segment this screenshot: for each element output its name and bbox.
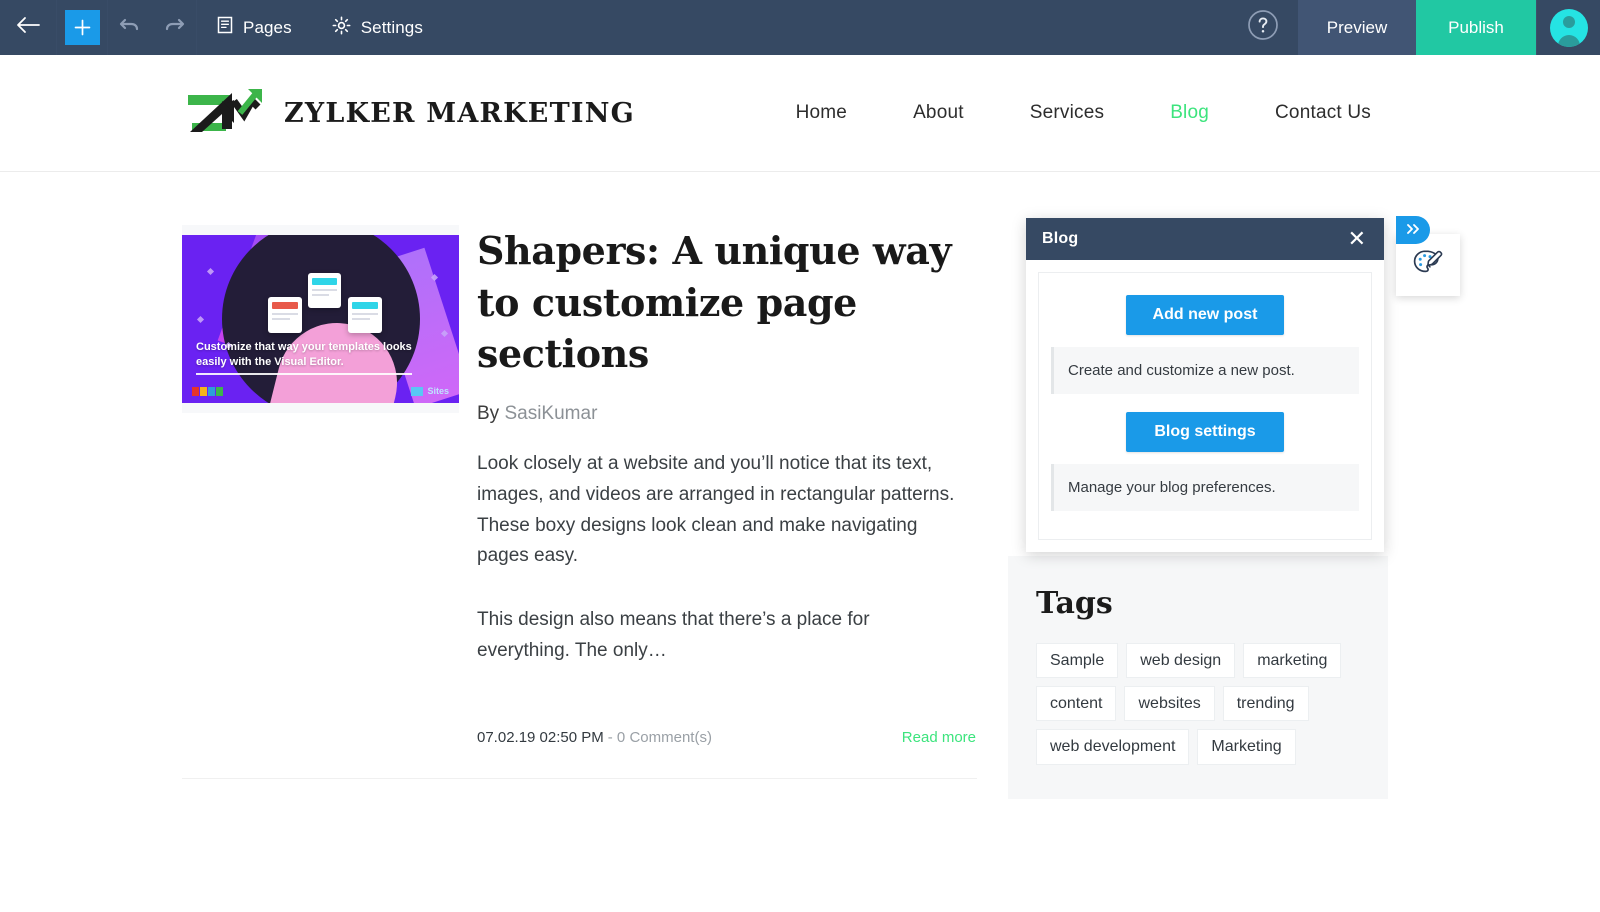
blog-settings-button[interactable]: Blog settings	[1126, 412, 1284, 452]
editor-toolbar-right-group: Preview Publish	[1228, 0, 1600, 55]
blog-post-inner: Customize that way your templates looks …	[182, 225, 994, 746]
preview-button[interactable]: Preview	[1298, 0, 1416, 55]
nav-item-blog[interactable]: Blog	[1137, 102, 1242, 124]
thumbnail-zoho-badge	[192, 387, 223, 396]
expand-panel-button[interactable]	[1396, 216, 1430, 244]
thumbnail-product-text: Sites	[427, 386, 449, 396]
tag-item[interactable]: content	[1036, 686, 1117, 722]
undo-button[interactable]	[108, 0, 152, 55]
blog-settings-panel: Blog ✕ Add new post Create and customize…	[1026, 218, 1384, 552]
help-button[interactable]	[1228, 0, 1298, 55]
palette-brush-icon	[1411, 247, 1445, 284]
add-element-button[interactable]	[57, 0, 107, 55]
document-icon	[217, 16, 233, 39]
tag-item[interactable]: web design	[1126, 643, 1236, 679]
author-name: SasiKumar	[504, 403, 598, 425]
thumb-mini-card	[348, 297, 382, 333]
tag-item[interactable]: marketing	[1243, 643, 1342, 679]
blog-post-paragraph-2: This design also means that there’s a pl…	[477, 609, 870, 661]
user-account-button[interactable]	[1536, 0, 1600, 55]
theme-side-widget	[1396, 216, 1460, 296]
post-divider	[182, 777, 977, 779]
publish-label: Publish	[1448, 17, 1504, 37]
settings-menu-button[interactable]: Settings	[312, 0, 443, 55]
blog-post-date: 07.02.19 02:50 PM	[477, 728, 604, 746]
plus-icon	[64, 10, 100, 45]
tags-widget-title: Tags	[1036, 586, 1113, 621]
thumb-mini-card	[308, 273, 341, 308]
site-logo[interactable]: ZYLKER MARKETING	[182, 83, 635, 144]
tag-item[interactable]: trending	[1222, 686, 1309, 722]
redo-arrow-icon	[163, 15, 185, 40]
add-new-post-description: Create and customize a new post.	[1051, 347, 1359, 394]
thumb-decoration-dot	[196, 315, 205, 324]
back-button[interactable]	[0, 0, 56, 55]
nav-item-about[interactable]: About	[880, 102, 997, 124]
gear-icon	[332, 16, 351, 40]
thumbnail-caption-line2: easily with the Visual Editor.	[196, 356, 344, 369]
blog-panel-header: Blog ✕	[1026, 218, 1384, 260]
editor-toolbar: Pages Settings Preview Publish	[0, 0, 1600, 55]
blog-post-comment-count: - 0 Comment(s)	[607, 728, 712, 746]
preview-label: Preview	[1326, 17, 1388, 37]
blog-post-thumbnail-card: Customize that way your templates looks …	[182, 225, 459, 413]
blog-post-author: By SasiKumar	[477, 403, 994, 425]
pages-label: Pages	[243, 17, 292, 37]
pages-menu-button[interactable]: Pages	[197, 0, 312, 55]
redo-button[interactable]	[152, 0, 196, 55]
question-circle-icon	[1247, 9, 1279, 46]
tag-item[interactable]: Marketing	[1197, 729, 1296, 765]
blog-post-title[interactable]: Shapers: A unique way to customize page …	[477, 225, 994, 380]
blog-panel-options: Add new post Create and customize a new …	[1038, 272, 1372, 540]
tag-item[interactable]: websites	[1124, 686, 1215, 722]
settings-label: Settings	[360, 17, 423, 37]
nav-item-services[interactable]: Services	[997, 102, 1137, 124]
undo-arrow-icon	[119, 15, 141, 40]
thumbnail-caption-line1: Customize that way your templates looks	[196, 341, 412, 354]
add-new-post-button[interactable]: Add new post	[1126, 295, 1284, 335]
nav-item-contact-us[interactable]: Contact Us	[1242, 102, 1404, 124]
site-header: ZYLKER MARKETING Home About Services Blo…	[0, 55, 1600, 172]
tags-list: Sample web design marketing content webs…	[1036, 643, 1360, 765]
site-brand-name: ZYLKER MARKETING	[284, 97, 635, 129]
blog-post-paragraph-1: Look closely at a website and you’ll not…	[477, 453, 955, 567]
arrow-left-icon	[15, 15, 41, 40]
tags-widget: Tags Sample web design marketing content…	[1008, 556, 1388, 799]
double-chevron-right-icon	[1405, 222, 1421, 238]
thumb-mini-card	[268, 297, 302, 333]
user-avatar-icon	[1549, 8, 1588, 47]
site-navigation: Home About Services Blog Contact Us	[763, 102, 1404, 124]
publish-button[interactable]: Publish	[1416, 0, 1536, 55]
close-icon[interactable]: ✕	[1346, 226, 1368, 252]
nav-item-home[interactable]: Home	[763, 102, 880, 124]
blog-post-body: Shapers: A unique way to customize page …	[459, 225, 994, 746]
blog-settings-description: Manage your blog preferences.	[1051, 464, 1359, 511]
blog-panel-body: Add new post Create and customize a new …	[1026, 260, 1384, 552]
thumbnail-product-label: Sites	[411, 386, 449, 396]
thumbnail-caption: Customize that way your templates looks …	[196, 340, 436, 375]
tag-item[interactable]: web development	[1036, 729, 1190, 765]
thumb-decoration-dot	[206, 267, 215, 276]
author-prefix: By	[477, 403, 500, 425]
blog-post-thumbnail-image[interactable]: Customize that way your templates looks …	[182, 235, 459, 403]
editor-toolbar-left-group: Pages Settings	[0, 0, 1228, 55]
blog-panel-title: Blog	[1042, 230, 1079, 247]
blog-post: Customize that way your templates looks …	[182, 225, 994, 779]
zm-arrow-logo-icon	[182, 83, 266, 144]
tag-item[interactable]: Sample	[1036, 643, 1119, 679]
blog-post-meta: 07.02.19 02:50 PM - 0 Comment(s) Read mo…	[477, 729, 994, 746]
read-more-link[interactable]: Read more	[902, 729, 994, 746]
